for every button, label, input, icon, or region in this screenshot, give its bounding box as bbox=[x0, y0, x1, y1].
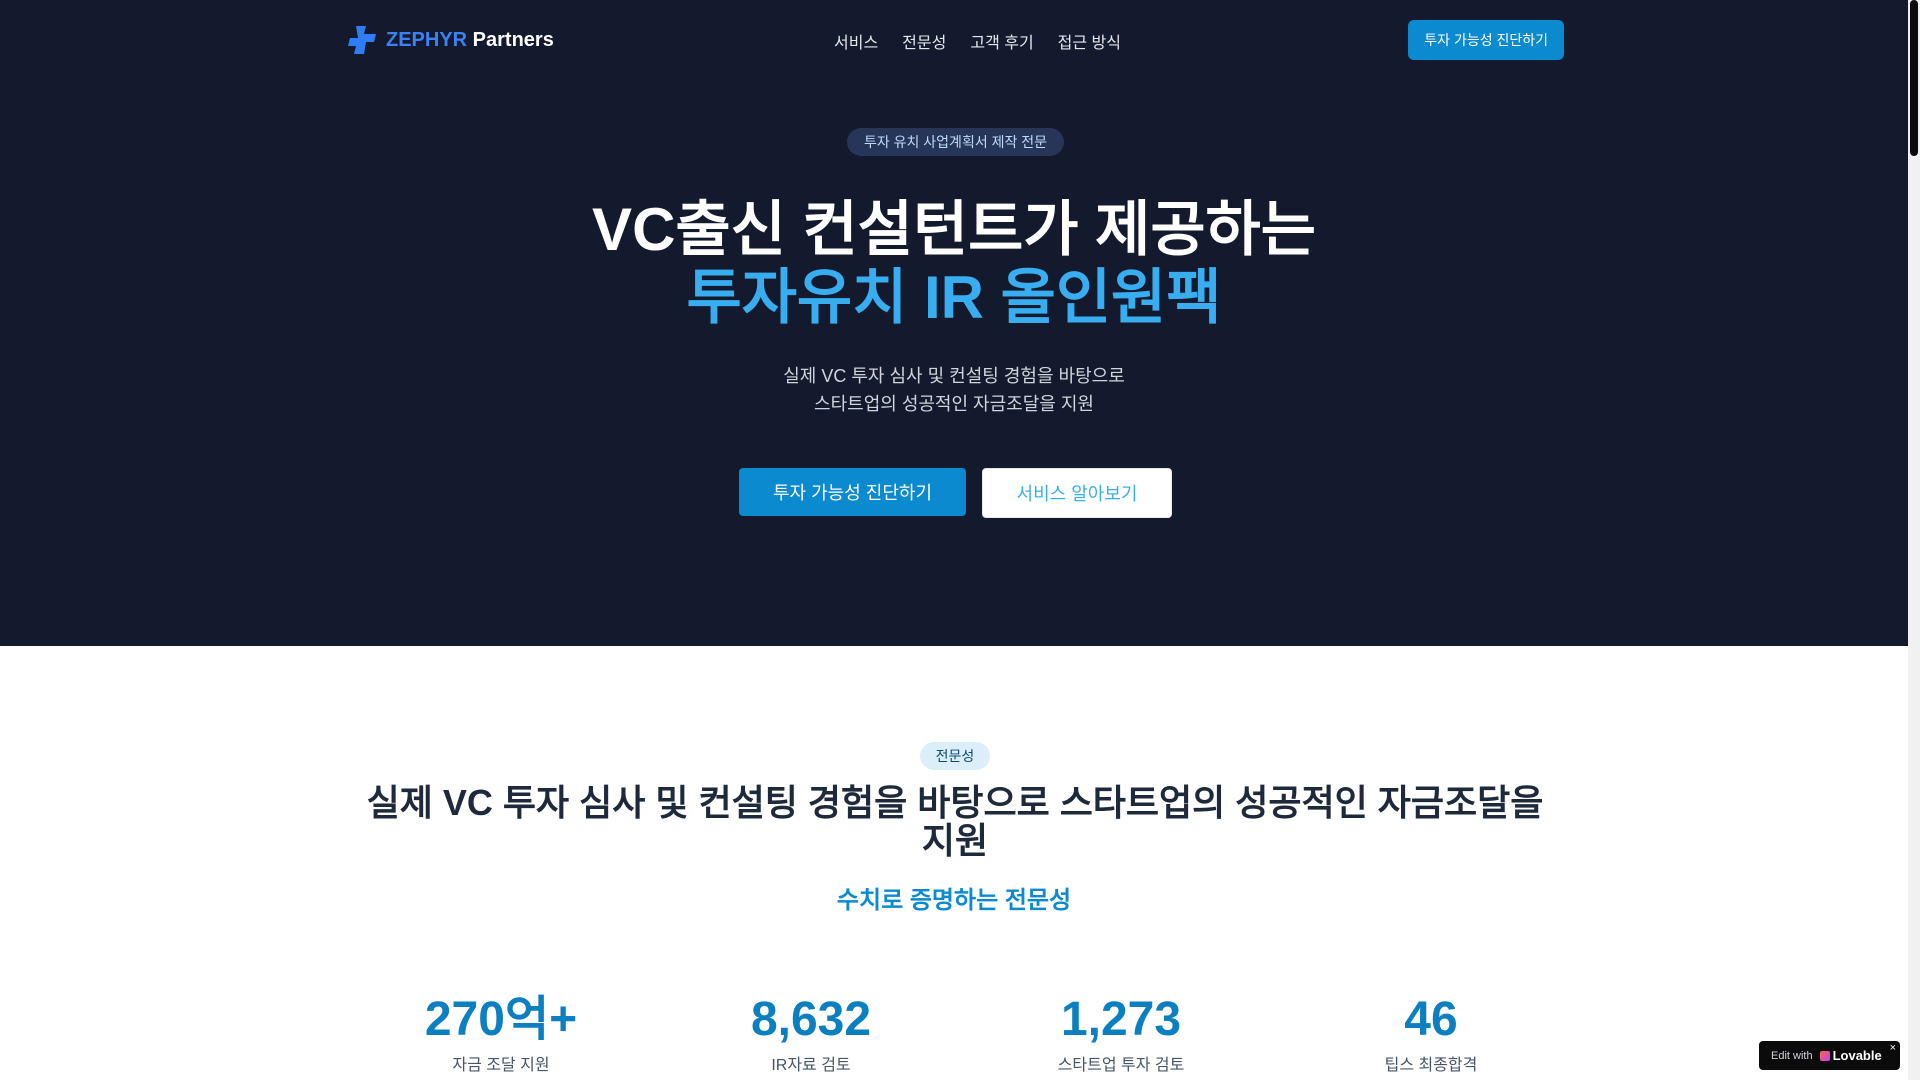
stat-value: 8,632 bbox=[750, 993, 872, 1046]
scrollbar-thumb[interactable] bbox=[1910, 0, 1918, 156]
lovable-badge[interactable]: Edit with Lovable × bbox=[1759, 1041, 1900, 1070]
logo[interactable]: ZEPHYR Partners bbox=[346, 23, 554, 57]
hero-subtitle-line1: 실제 VC 투자 심사 및 컨설팅 경험을 바탕으로 bbox=[783, 366, 1125, 386]
lovable-brand: Lovable bbox=[1817, 1048, 1882, 1063]
stat-item: 46 팁스 최종합격 bbox=[1276, 992, 1586, 1076]
stats-row: 270억+ 자금 조달 지원 8,632 IR자료 검토 1,273 스타트업 … bbox=[346, 992, 1586, 1076]
stat-item: 8,632 IR자료 검토 bbox=[656, 992, 966, 1076]
stat-value: 1,273 bbox=[1060, 993, 1182, 1046]
expertise-title: 실제 VC 투자 심사 및 컨설팅 경험을 바탕으로 스타트업의 성공적인 자금… bbox=[366, 782, 1544, 861]
nav-link-reviews[interactable]: 고객 후기 bbox=[970, 29, 1033, 53]
nav-link-approach[interactable]: 접근 방식 bbox=[1058, 29, 1121, 53]
stat-label: 자금 조달 지원 bbox=[452, 1057, 550, 1074]
expertise-badge: 전문성 bbox=[920, 742, 990, 770]
nav-link-expertise[interactable]: 전문성 bbox=[902, 29, 946, 53]
stat-item: 270억+ 자금 조달 지원 bbox=[346, 992, 656, 1076]
hero-title-line1: VC출신 컨설턴트가 제공하는 bbox=[592, 196, 1316, 263]
stat-label: 팁스 최종합격 bbox=[1384, 1057, 1478, 1074]
hero-title: VC출신 컨설턴트가 제공하는 투자유치 IR 올인원팩 bbox=[0, 196, 1908, 332]
learn-services-button[interactable]: 서비스 알아보기 bbox=[982, 468, 1172, 518]
logo-icon bbox=[348, 26, 376, 54]
hero-badge: 투자 유치 사업계획서 제작 전문 bbox=[847, 128, 1064, 156]
brand-accent: ZEPHYR bbox=[386, 28, 468, 51]
stat-label: IR자료 검토 bbox=[771, 1057, 851, 1074]
stat-item: 1,273 스타트업 투자 검토 bbox=[966, 992, 1276, 1076]
diagnose-button[interactable]: 투자 가능성 진단하기 bbox=[739, 468, 966, 516]
stat-label: 스타트업 투자 검토 bbox=[1057, 1057, 1185, 1074]
lovable-prefix: Edit with bbox=[1771, 1049, 1813, 1062]
hero-section: ZEPHYR Partners 서비스 전문성 고객 후기 접근 방식 투자 가… bbox=[0, 0, 1908, 646]
nav-link-services[interactable]: 서비스 bbox=[834, 29, 878, 53]
close-icon[interactable]: × bbox=[1890, 1042, 1896, 1054]
nav-diagnose-button[interactable]: 투자 가능성 진단하기 bbox=[1408, 20, 1564, 60]
hero-subtitle-line2: 스타트업의 성공적인 자금조달을 지원 bbox=[814, 394, 1094, 414]
hero-subtitle: 실제 VC 투자 심사 및 컨설팅 경험을 바탕으로 스타트업의 성공적인 자금… bbox=[0, 362, 1908, 418]
hero-title-line2: 투자유치 IR 올인원팩 bbox=[686, 264, 1222, 331]
lovable-brand-text: Lovable bbox=[1832, 1048, 1882, 1063]
page-scrollbar[interactable] bbox=[1908, 0, 1920, 1080]
lovable-heart-icon bbox=[1819, 1050, 1830, 1061]
stat-value: 270억+ bbox=[424, 993, 578, 1046]
stat-value: 46 bbox=[1404, 993, 1458, 1046]
brand-rest: Partners bbox=[467, 28, 554, 51]
nav-links: 서비스 전문성 고객 후기 접근 방식 bbox=[834, 29, 1121, 53]
expertise-subtitle: 수치로 증명하는 전문성 bbox=[836, 887, 1072, 914]
hero-buttons: 투자 가능성 진단하기 서비스 알아보기 bbox=[739, 468, 1172, 518]
top-navbar: ZEPHYR Partners 서비스 전문성 고객 후기 접근 방식 투자 가… bbox=[346, 20, 1564, 60]
brand-name: ZEPHYR Partners bbox=[386, 29, 554, 52]
